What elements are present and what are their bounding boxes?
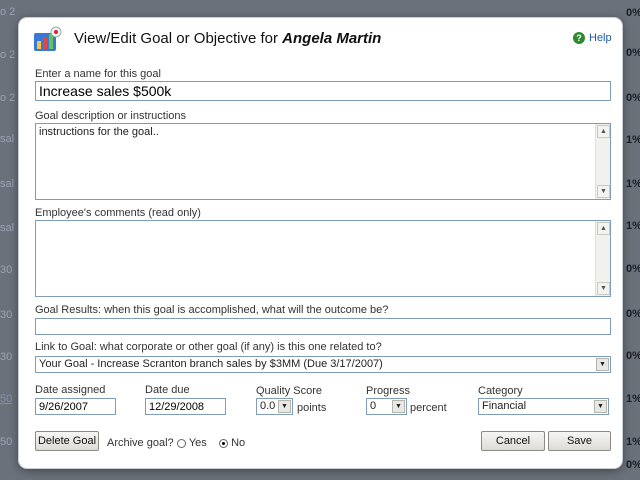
- dialog-title-bar: View/Edit Goal or Objective for Angela M…: [19, 18, 622, 62]
- link-goal-value: Your Goal - Increase Scranton branch sal…: [39, 358, 383, 370]
- background-fragment: 30: [0, 264, 13, 276]
- progress-select[interactable]: 0 ▼: [366, 398, 407, 415]
- edit-goal-dialog: View/Edit Goal or Objective for Angela M…: [19, 18, 622, 468]
- quality-unit: points: [297, 402, 327, 414]
- chevron-down-icon[interactable]: ▼: [278, 400, 291, 413]
- progress-label: Progress: [366, 385, 411, 397]
- goal-description-textarea[interactable]: instructions for the goal.. ▲ ▼: [35, 123, 611, 200]
- goal-name-input[interactable]: [35, 81, 611, 101]
- goal-results-label: Goal Results: when this goal is accompli…: [35, 304, 389, 316]
- background-percent: 0%: [626, 459, 640, 471]
- background-percent: 0%: [626, 308, 640, 320]
- employee-name: Angela Martin: [282, 30, 382, 47]
- background-fragment: o 2: [0, 6, 16, 18]
- chevron-down-icon[interactable]: ▼: [594, 400, 607, 413]
- category-select[interactable]: Financial ▼: [478, 398, 609, 415]
- background-fragment: o 2: [0, 49, 16, 61]
- archive-goal-label: Archive goal?: [107, 437, 174, 449]
- chevron-down-icon[interactable]: ▼: [392, 400, 405, 413]
- background-fragment: o 2: [0, 92, 16, 104]
- description-scrollbar[interactable]: ▲ ▼: [595, 124, 610, 199]
- delete-goal-button[interactable]: Delete Goal: [35, 431, 99, 451]
- progress-unit: percent: [410, 402, 447, 414]
- background-percent: 1%: [626, 393, 640, 405]
- background-fragment: 30: [0, 309, 13, 321]
- background-percent: 0%: [626, 47, 640, 59]
- background-percent: 0%: [626, 92, 640, 104]
- dialog-title: View/Edit Goal or Objective for Angela M…: [74, 30, 381, 47]
- date-due-label: Date due: [145, 384, 190, 396]
- quality-score-value: 0.0: [260, 400, 276, 412]
- progress-value: 0: [370, 400, 377, 412]
- help-link[interactable]: ? Help: [573, 32, 612, 44]
- date-assigned-input[interactable]: [35, 398, 116, 415]
- background-fragment: sal: [0, 133, 15, 145]
- archive-no-option[interactable]: No: [219, 437, 245, 449]
- background-percent: 0%: [626, 350, 640, 362]
- background-percent: 1%: [626, 436, 640, 448]
- background-percent: 1%: [626, 178, 640, 190]
- cancel-button[interactable]: Cancel: [481, 431, 545, 451]
- background-fragment: sal: [0, 222, 15, 234]
- comments-scrollbar[interactable]: ▲ ▼: [595, 221, 610, 296]
- background-fragment: 30: [0, 351, 13, 363]
- chevron-down-icon[interactable]: ▼: [596, 358, 609, 371]
- scroll-up-icon[interactable]: ▲: [597, 222, 610, 235]
- date-assigned-label: Date assigned: [35, 384, 106, 396]
- scroll-down-icon[interactable]: ▼: [597, 282, 610, 295]
- background-fragment: 50: [0, 393, 13, 405]
- category-value: Financial: [482, 400, 527, 412]
- employee-comments-label: Employee's comments (read only): [35, 207, 201, 219]
- background-percent: 0%: [626, 7, 640, 19]
- goal-description-label: Goal description or instructions: [35, 110, 187, 122]
- archive-yes-option[interactable]: Yes: [177, 437, 207, 449]
- scroll-down-icon[interactable]: ▼: [597, 185, 610, 198]
- scroll-up-icon[interactable]: ▲: [597, 125, 610, 138]
- goal-description-text: instructions for the goal..: [39, 126, 159, 138]
- title-prefix: View/Edit Goal or Objective for: [74, 30, 278, 47]
- link-goal-label: Link to Goal: what corporate or other go…: [35, 341, 382, 353]
- background-fragment: 50: [0, 436, 13, 448]
- goal-results-input[interactable]: [35, 318, 611, 335]
- background-percent: 1%: [626, 220, 640, 232]
- archive-yes-label: Yes: [188, 437, 207, 449]
- help-label: Help: [589, 32, 612, 44]
- save-button[interactable]: Save: [548, 431, 611, 451]
- background-percent: 0%: [626, 263, 640, 275]
- help-icon: ?: [573, 32, 585, 44]
- goal-name-label: Enter a name for this goal: [35, 68, 161, 80]
- background-percent: 1%: [626, 134, 640, 146]
- background-fragment: sal: [0, 178, 15, 190]
- archive-no-label: No: [231, 437, 246, 449]
- archive-no-radio[interactable]: [219, 438, 228, 448]
- date-due-input[interactable]: [145, 398, 226, 415]
- goal-chart-icon: [34, 26, 62, 51]
- quality-score-select[interactable]: 0.0 ▼: [256, 398, 293, 415]
- quality-score-label: Quality Score: [256, 385, 323, 397]
- link-goal-select[interactable]: Your Goal - Increase Scranton branch sal…: [35, 356, 611, 373]
- category-label: Category: [478, 385, 523, 397]
- archive-yes-radio[interactable]: [177, 438, 186, 448]
- employee-comments-textarea: ▲ ▼: [35, 220, 611, 297]
